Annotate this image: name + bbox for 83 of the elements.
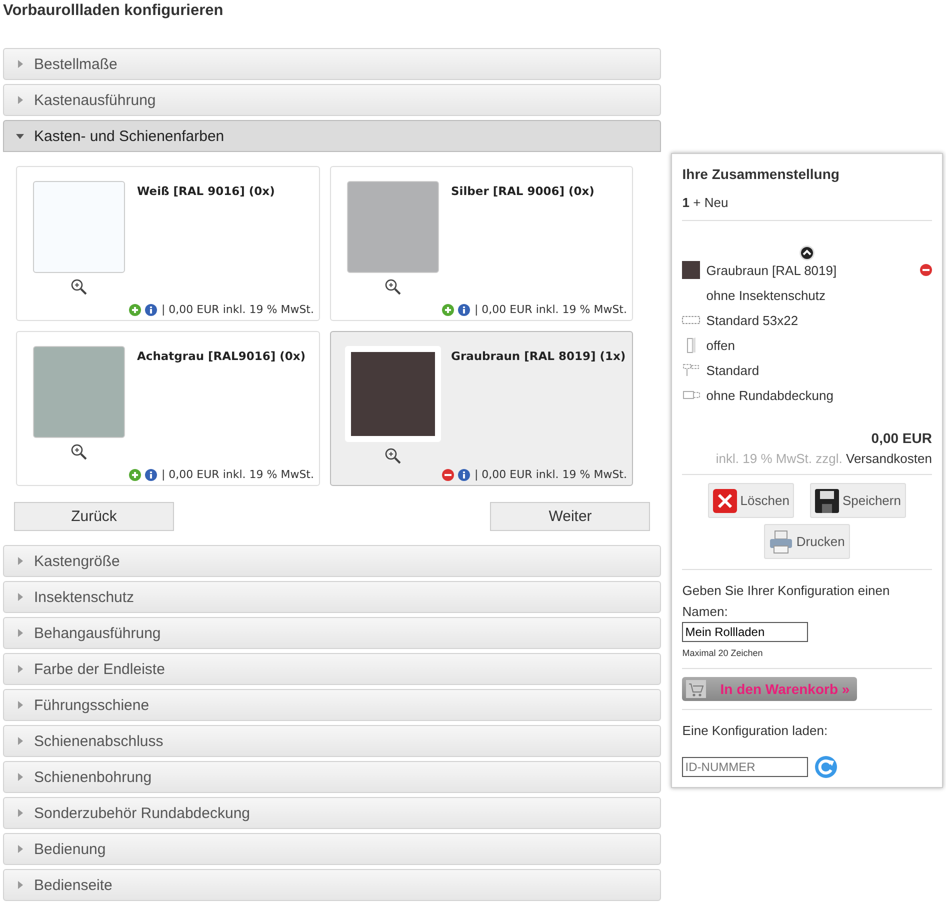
add-icon <box>129 468 142 480</box>
price-text: | 0,00 EUR inkl. 19 % MwSt. <box>161 468 314 481</box>
print-button[interactable]: Drucken <box>764 524 850 559</box>
accordion-header[interactable]: Bestellmaße <box>3 48 662 80</box>
load-prompt: Eine Konfiguration laden: <box>682 722 829 740</box>
color-name: Achatgrau [RAL9016] (0x) <box>137 348 307 365</box>
accordion-header[interactable]: Führungsschiene <box>3 689 662 721</box>
zoom-icon <box>71 444 87 460</box>
info-icon <box>145 304 158 316</box>
caret-icon <box>16 557 24 565</box>
accordion-header[interactable]: Kasten- und Schienenfarben <box>3 120 662 152</box>
total-price: 0,00 EUR <box>870 430 932 446</box>
profile-icon <box>682 316 700 324</box>
color-card[interactable]: Silber [RAL 9006] (0x) | 0,00 EUR inkl. 19 % MwSt. <box>330 166 633 321</box>
caret-icon <box>16 737 24 745</box>
zoom-icon <box>385 448 401 464</box>
caret-icon <box>16 773 24 781</box>
summary-item-text: ohne Insektenschutz <box>706 288 827 302</box>
caret-icon <box>16 132 24 140</box>
name-field[interactable]: Mein Rollladen <box>682 622 808 642</box>
accordion-header[interactable]: Sonderzubehör Rundabdeckung <box>3 797 662 829</box>
cover-icon <box>682 391 700 399</box>
remove-icon[interactable] <box>920 264 932 276</box>
summary-item-text: offen <box>706 338 736 352</box>
id-field[interactable]: ID-NUMMER <box>682 757 808 777</box>
name-prompt: Geben Sie Ihrer Konfiguration einen Namen: <box>682 582 891 621</box>
price-text: | 0,00 EUR inkl. 19 % MwSt. <box>474 303 627 316</box>
zoom-icon <box>385 279 401 295</box>
door-icon <box>686 337 696 353</box>
caret-icon <box>16 665 24 673</box>
add-icon <box>129 304 142 316</box>
nav-button[interactable]: Weiter <box>490 502 650 531</box>
caret-icon <box>16 809 24 817</box>
new-link[interactable]: + Neu <box>693 195 728 210</box>
add-icon <box>442 304 454 316</box>
rail-icon <box>683 364 700 376</box>
collapse-icon <box>799 245 816 261</box>
color-name: Graubraun [RAL 8019] (1x) <box>451 348 627 365</box>
caret-icon <box>16 881 24 889</box>
remove-icon <box>442 468 454 480</box>
caret-icon <box>16 593 24 601</box>
config-count: 1 <box>682 195 690 210</box>
tax-note: inkl. 19 % MwSt. zzgl. <box>716 451 842 466</box>
info-icon <box>145 468 158 480</box>
info-icon <box>458 468 470 480</box>
summary-item-text: Standard 53x22 <box>706 312 800 328</box>
printer-icon <box>769 530 794 554</box>
delete-icon <box>713 488 738 512</box>
accordion-header[interactable]: Bedienung <box>3 833 662 865</box>
accordion-header[interactable]: Behangausführung <box>3 617 662 649</box>
save-button[interactable]: Speichern <box>810 483 906 518</box>
summary-title: Ihre Zusammenstellung <box>682 166 840 182</box>
color-card[interactable]: Weiß [RAL 9016] (0x) | 0,00 EUR inkl. 19 % MwSt. <box>16 166 320 321</box>
accordion-header[interactable]: Kastengröße <box>3 545 662 577</box>
accordion-header[interactable]: Insektenschutz <box>3 581 662 613</box>
accordion-header[interactable]: Schienenbohrung <box>3 761 662 793</box>
summary-item-text: Graubraun [RAL 8019] <box>706 262 838 278</box>
caret-icon <box>16 629 24 637</box>
price-text: | 0,00 EUR inkl. 19 % MwSt. <box>161 303 314 316</box>
info-icon <box>458 304 470 316</box>
caret-icon <box>16 845 24 853</box>
price-text: | 0,00 EUR inkl. 19 % MwSt. <box>474 468 627 481</box>
accordion-header[interactable]: Bedienseite <box>3 869 662 901</box>
summary-item-text: ohne Rundabdeckung <box>706 388 835 402</box>
accordion-header[interactable]: Schienenabschluss <box>3 725 662 757</box>
caret-icon <box>16 60 24 68</box>
cart-icon <box>686 680 706 698</box>
caret-icon <box>16 96 24 104</box>
hint-text: Maximal 20 Zeichen <box>682 648 764 658</box>
accordion-header[interactable]: Farbe der Endleiste <box>3 653 662 685</box>
summary-item-text: Standard <box>706 362 760 378</box>
nav-button[interactable]: Zurück <box>14 502 174 531</box>
color-card[interactable]: Achatgrau [RAL9016] (0x) | 0,00 EUR inkl. 19 % MwSt. <box>16 331 320 486</box>
caret-icon <box>16 701 24 709</box>
refresh-icon[interactable] <box>814 755 838 779</box>
color-name: Silber [RAL 9006] (0x) <box>451 183 596 200</box>
zoom-icon <box>71 279 87 295</box>
accordion-header[interactable]: Kastenausführung <box>3 84 662 116</box>
shipping-link[interactable]: Versandkosten <box>846 451 932 466</box>
delete-button[interactable]: Löschen <box>708 483 794 518</box>
color-name: Weiß [RAL 9016] (0x) <box>137 183 276 200</box>
page-title: Vorbaurollladen konfigurieren <box>3 2 224 21</box>
color-card[interactable]: Graubraun [RAL 8019] (1x) | 0,00 EUR inkl. 19 % MwSt. <box>330 331 633 486</box>
